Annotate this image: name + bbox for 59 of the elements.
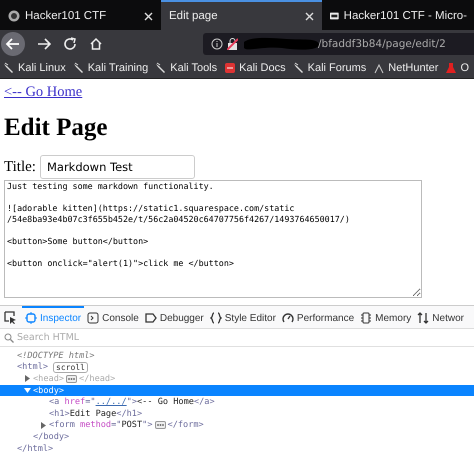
browser-tab[interactable]: Edit page [161, 0, 322, 30]
devtools-tab[interactable]: Memory [357, 306, 414, 328]
info-icon [211, 38, 223, 50]
lock-icon [227, 38, 238, 50]
chip-icon [360, 312, 372, 324]
search-icon [4, 332, 14, 342]
markup-line[interactable]: <a href="../../"><-- Go Home</a> [49, 397, 215, 408]
devtools-tab[interactable]: Performance [278, 306, 358, 328]
braces-icon [210, 312, 222, 324]
back-icon[interactable] [1, 32, 25, 56]
collapsed-arrow-icon[interactable] [40, 422, 47, 429]
bookmark[interactable]: Kali Forums [292, 62, 366, 74]
url-text: /bfaddf3b84/page/edit/2 [318, 38, 446, 50]
selected-row[interactable]: <body> [0, 384, 474, 396]
home-link[interactable]: <-- Go Home [4, 84, 82, 101]
page-heading: Edit Page [4, 113, 108, 143]
bookmark[interactable]: Kali Docs [224, 62, 286, 74]
badge-icon [330, 11, 339, 21]
browser-tab[interactable]: Hacker101 CTF - Micro- [322, 0, 474, 30]
terminal-icon [87, 312, 100, 324]
ellipsis-icon[interactable] [66, 374, 78, 383]
markup-line[interactable]: <html> [17, 362, 48, 372]
devtools-tab[interactable]: Networ [414, 306, 467, 328]
devtools-tab[interactable]: Style Editor [206, 306, 279, 328]
devtools-tab[interactable]: Debugger [142, 306, 207, 328]
bookmark[interactable]: Kali Tools [155, 62, 218, 74]
markup-line[interactable]: </body> [33, 432, 70, 442]
address-bar[interactable]: /bfaddf3b84/page/edit/2 [203, 33, 474, 55]
book-icon [224, 62, 236, 74]
devtools-tab[interactable]: Console [84, 306, 142, 328]
flask-icon [445, 62, 458, 74]
gauge-icon [282, 312, 294, 324]
bookmark[interactable]: Kali Linux [3, 62, 66, 74]
browser-tab[interactable]: Hacker101 CTF [0, 0, 161, 30]
inspector-icon [25, 312, 37, 324]
markup-line[interactable]: </form> [168, 420, 204, 430]
bookmark[interactable]: Kali Training [72, 62, 148, 74]
tag-shape-icon [144, 312, 157, 324]
reload-icon[interactable] [63, 37, 77, 51]
markup-line[interactable]: </html> [17, 444, 54, 454]
expanded-arrow-icon[interactable] [24, 387, 31, 394]
markup-line[interactable]: <h1>Edit Page</h1> [49, 408, 142, 419]
forward-icon[interactable] [37, 37, 51, 51]
arrows-icon [417, 312, 430, 324]
home-icon[interactable] [89, 37, 103, 51]
close-icon[interactable] [144, 12, 153, 20]
body-field[interactable]: Just testing some markdown functionality. ![adorable kitten](https://static1.squarespace.com/static /54e8ba93e4b07c3f655b452e/t/56c2a04520c64707756f4267/1493764650017/) <button>Some button</button> <button onclick="alert(1)">click me </button> [4, 180, 422, 298]
bookmark[interactable]: NetHunter [373, 62, 438, 74]
title-field[interactable]: Markdown Test [40, 155, 195, 179]
picker-icon[interactable] [4, 310, 17, 324]
bookmark[interactable]: O [445, 62, 469, 74]
close-icon[interactable] [305, 12, 314, 20]
markup-line[interactable]: <form method="POST"> [49, 420, 153, 430]
ellipsis-icon[interactable] [154, 421, 166, 430]
collapsed-arrow-icon[interactable] [24, 375, 31, 382]
title-label: Title: [4, 158, 36, 176]
markup-line[interactable]: <body> [33, 386, 64, 396]
markup-line[interactable]: <!DOCTYPE html> [17, 350, 95, 361]
scroll-badge: scroll [53, 362, 88, 373]
